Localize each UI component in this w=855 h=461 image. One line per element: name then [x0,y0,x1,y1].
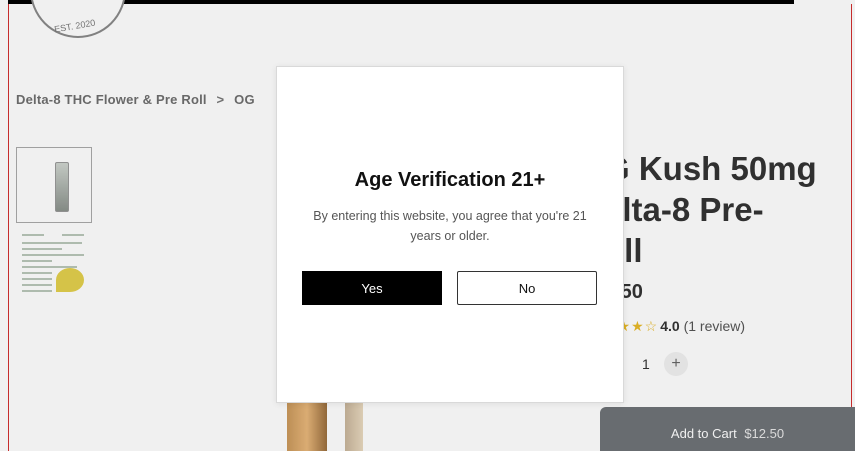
modal-title: Age Verification 21+ [354,169,546,191]
yes-button[interactable]: Yes [302,271,442,305]
age-verification-modal: Age Verification 21+ By entering this we… [276,66,624,403]
modal-body-text: By entering this website, you agree that… [313,209,587,243]
no-button[interactable]: No [457,271,597,305]
